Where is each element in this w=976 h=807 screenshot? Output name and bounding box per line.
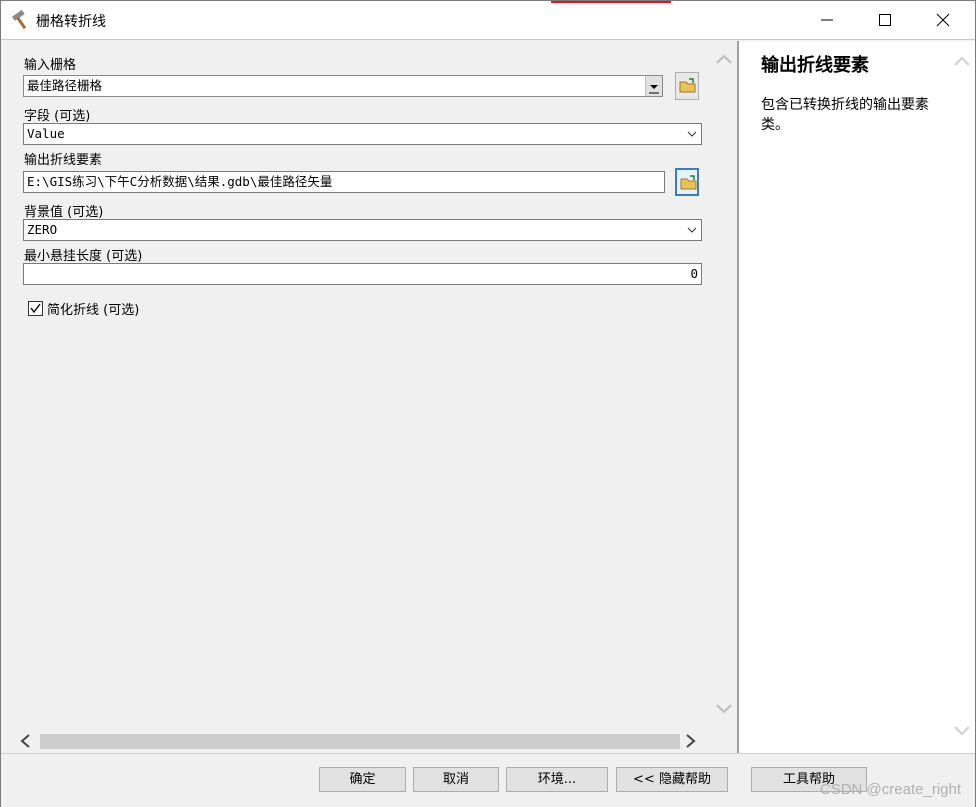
background-value: ZERO bbox=[27, 222, 58, 237]
field-select[interactable]: Value bbox=[23, 123, 702, 145]
help-title: 输出折线要素 bbox=[761, 55, 869, 76]
output-features-label: 输出折线要素 bbox=[24, 153, 103, 168]
environments-button[interactable]: 环境... bbox=[506, 767, 608, 792]
output-features-value: E:\GIS练习\下午C分析数据\结果.gdb\最佳路径矢量 bbox=[27, 174, 333, 189]
input-raster-label: 输入栅格 bbox=[24, 58, 77, 73]
min-dangle-input[interactable]: 0 bbox=[23, 263, 702, 285]
simplify-checkbox[interactable] bbox=[28, 301, 43, 316]
field-value: Value bbox=[27, 126, 65, 141]
vertical-scrollbar[interactable] bbox=[712, 41, 737, 751]
maximize-button[interactable] bbox=[857, 1, 915, 39]
open-folder-icon bbox=[680, 175, 697, 190]
min-dangle-value: 0 bbox=[690, 266, 698, 281]
horizontal-scroll-thumb[interactable] bbox=[40, 734, 680, 749]
open-folder-icon bbox=[679, 78, 696, 93]
dropdown-arrow-icon bbox=[649, 85, 659, 94]
button-bar: 确定 取消 环境... << 隐藏帮助 工具帮助 bbox=[1, 753, 975, 807]
title-bar: 栅格转折线 bbox=[1, 1, 975, 40]
tool-dialog: 栅格转折线 输入栅格 最佳路径栅格 字段 (可选) Value 输出折线要素 E… bbox=[0, 0, 976, 807]
chevron-left-icon[interactable] bbox=[18, 733, 32, 749]
chevron-down-icon[interactable] bbox=[715, 703, 733, 715]
close-icon bbox=[936, 13, 950, 27]
field-label: 字段 (可选) bbox=[24, 109, 91, 124]
chevron-right-icon[interactable] bbox=[684, 733, 698, 749]
chevron-down-icon[interactable] bbox=[953, 725, 971, 737]
input-raster-combo[interactable]: 最佳路径栅格 bbox=[23, 75, 663, 97]
help-pane: 输出折线要素 包含已转换折线的输出要素类。 bbox=[739, 41, 975, 753]
window-title: 栅格转折线 bbox=[36, 14, 106, 30]
close-button[interactable] bbox=[915, 1, 973, 39]
output-features-browse-button[interactable] bbox=[675, 168, 699, 196]
title-accent bbox=[551, 1, 671, 3]
background-select[interactable]: ZERO bbox=[23, 219, 702, 241]
background-label: 背景值 (可选) bbox=[24, 205, 104, 220]
chevron-down-icon bbox=[687, 131, 697, 137]
maximize-icon bbox=[879, 14, 891, 26]
minimize-button[interactable] bbox=[799, 1, 857, 39]
chevron-up-icon[interactable] bbox=[953, 55, 971, 67]
checkmark-icon bbox=[30, 303, 41, 314]
input-raster-value: 最佳路径栅格 bbox=[27, 78, 103, 93]
hide-help-button[interactable]: << 隐藏帮助 bbox=[616, 767, 728, 792]
watermark: CSDN @create_right bbox=[819, 781, 961, 798]
chevron-down-icon bbox=[687, 227, 697, 233]
min-dangle-label: 最小悬挂长度 (可选) bbox=[24, 249, 143, 264]
ok-button[interactable]: 确定 bbox=[319, 767, 406, 792]
chevron-up-icon[interactable] bbox=[715, 53, 733, 65]
simplify-label: 简化折线 (可选) bbox=[47, 303, 140, 318]
minimize-icon bbox=[821, 19, 833, 21]
parameters-pane: 输入栅格 最佳路径栅格 字段 (可选) Value 输出折线要素 E:\GIS练… bbox=[4, 41, 712, 751]
cancel-button[interactable]: 取消 bbox=[413, 767, 499, 792]
input-raster-dropdown-button[interactable] bbox=[645, 76, 662, 96]
input-raster-browse-button[interactable] bbox=[675, 72, 699, 100]
output-features-input[interactable]: E:\GIS练习\下午C分析数据\结果.gdb\最佳路径矢量 bbox=[23, 171, 665, 193]
help-text: 包含已转换折线的输出要素类。 bbox=[761, 97, 929, 133]
horizontal-scrollbar[interactable] bbox=[4, 731, 712, 751]
hammer-icon bbox=[11, 10, 27, 30]
